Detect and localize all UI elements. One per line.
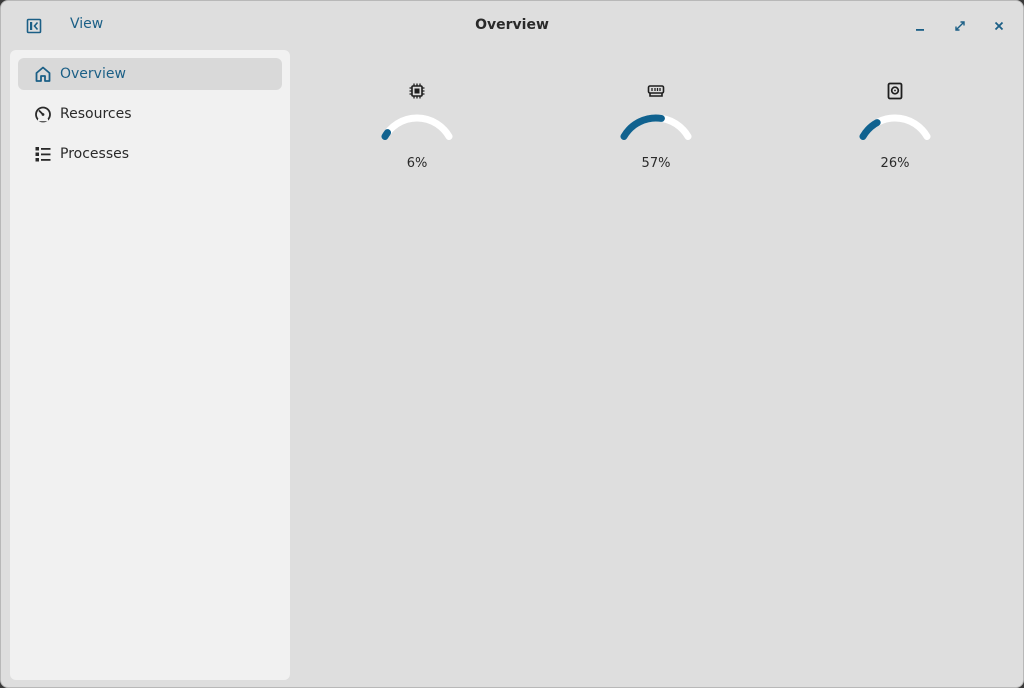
sidebar-item-resources[interactable]: Resources <box>18 98 282 130</box>
disk-gauge: 26% <box>845 79 945 179</box>
sidebar-item-overview[interactable]: Overview <box>18 58 282 90</box>
titlebar: View Overview <box>1 1 1023 49</box>
speedometer-icon <box>34 105 52 123</box>
sidebar-item-processes[interactable]: Processes <box>18 138 282 170</box>
gauge-value: 26% <box>880 156 910 171</box>
home-icon <box>34 65 52 83</box>
memory-gauge: 57% <box>606 79 706 179</box>
close-icon[interactable] <box>989 16 1009 36</box>
app-window: View Overview Overview Resources Process… <box>0 0 1024 688</box>
maximize-icon[interactable] <box>950 16 970 36</box>
sidebar: Overview Resources Processes <box>10 50 290 680</box>
sidebar-item-label: Processes <box>60 146 130 162</box>
list-icon <box>34 145 52 163</box>
sidebar-item-label: Overview <box>60 66 126 82</box>
gauge-value: 57% <box>641 156 671 171</box>
gauge-value: 6% <box>406 156 428 171</box>
sidebar-item-label: Resources <box>60 106 132 122</box>
cpu-gauge: 6% <box>367 79 467 179</box>
window-title: Overview <box>475 17 549 33</box>
minimize-icon[interactable] <box>910 16 930 36</box>
